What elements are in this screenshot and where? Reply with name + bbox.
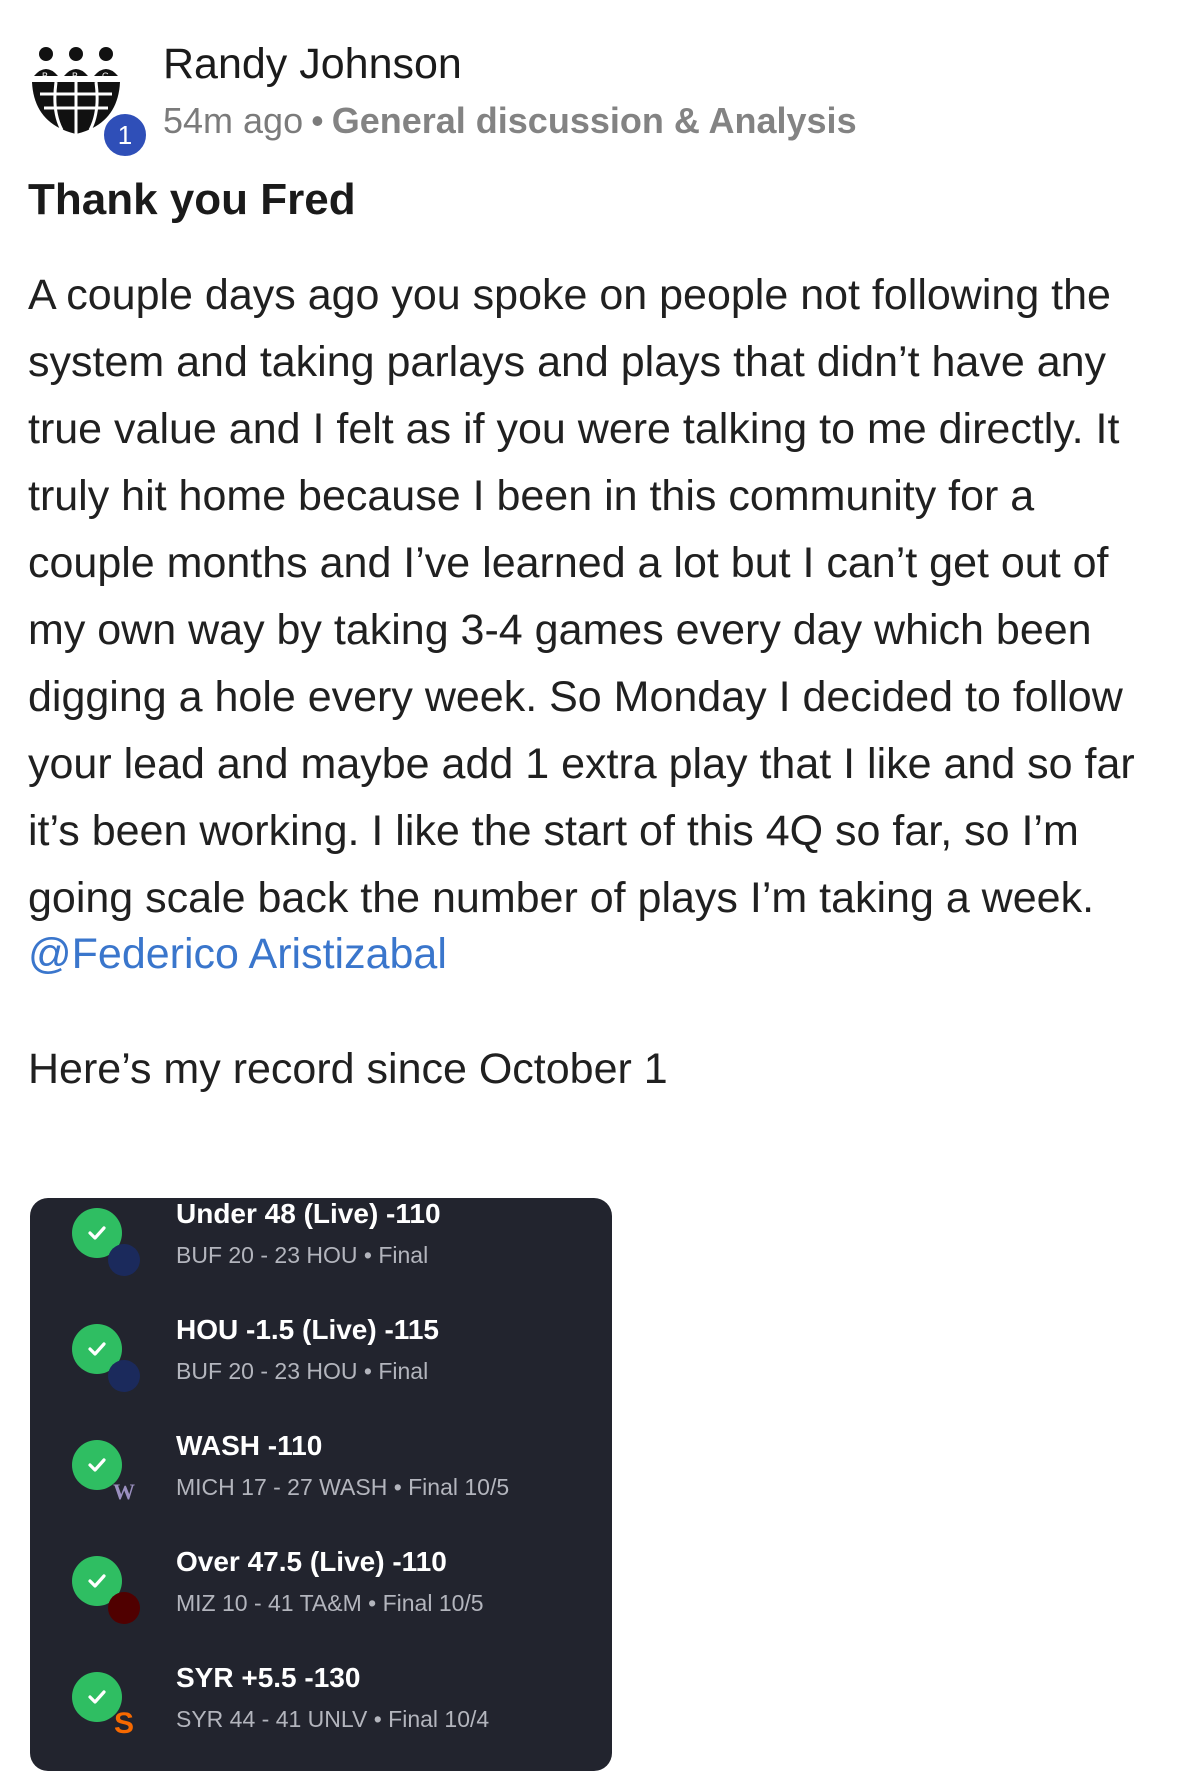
bet-item: W WASH -110 MICH 17 - 27 WASH • Final 10… <box>30 1430 612 1546</box>
body-line: A couple days ago you spoke on people no… <box>28 271 1111 319</box>
post-header: B B G 1 Randy Johnson 54m ago • General di… <box>28 30 1178 160</box>
bet-title: Under 48 (Live) -110 <box>176 1198 441 1229</box>
logo-text: S <box>113 1707 134 1740</box>
svg-text:G: G <box>102 71 109 81</box>
syracuse-logo-icon: S <box>108 1707 140 1740</box>
bet-item: Under 48 (Live) -110 BUF 20 - 23 HOU • F… <box>30 1198 612 1314</box>
bet-status: W <box>72 1440 156 1524</box>
bet-title: HOU -1.5 (Live) -115 <box>176 1314 439 1345</box>
body-line: truly hit home because I been in this co… <box>28 472 1035 520</box>
post-body: A couple days ago you spoke on people no… <box>28 262 1178 932</box>
svg-text:B: B <box>72 71 78 81</box>
bet-result: MICH 17 - 27 WASH • Final 10/5 <box>176 1474 510 1500</box>
body-line: system and taking parlays and plays that… <box>28 338 1107 386</box>
texas-am-logo-icon <box>108 1592 140 1624</box>
body-line: my own way by taking 3-4 games every day… <box>28 606 1092 654</box>
user-mention-link[interactable]: @Federico Aristizabal <box>28 930 447 979</box>
body-line: true value and I felt as if you were tal… <box>28 405 1120 453</box>
bet-item: Over 47.5 (Live) -110 MIZ 10 - 41 TA&M •… <box>30 1546 612 1662</box>
bet-history-image[interactable]: Under 48 (Live) -110 BUF 20 - 23 HOU • F… <box>30 1198 612 1771</box>
notification-badge: 1 <box>100 110 150 160</box>
bet-result: SYR 44 - 41 UNLV • Final 10/4 <box>176 1706 490 1732</box>
bet-item: HOU -1.5 (Live) -115 BUF 20 - 23 HOU • F… <box>30 1314 612 1430</box>
post-timestamp: 54m ago <box>163 100 304 141</box>
bet-status <box>72 1556 156 1640</box>
body-line: couple months and I’ve learned a lot but… <box>28 539 1109 587</box>
record-intro-text: Here’s my record since October 1 <box>28 1045 668 1093</box>
bet-result: BUF 20 - 23 HOU • Final <box>176 1358 429 1384</box>
category-link[interactable]: General discussion & Analysis <box>332 100 857 141</box>
bet-title: SYR +5.5 -130 <box>176 1662 361 1693</box>
post-meta: 54m ago • General discussion & Analysis <box>163 100 857 142</box>
texans-logo-icon <box>108 1360 140 1392</box>
body-line: digging a hole every week. So Monday I d… <box>28 673 1123 721</box>
bet-title: Over 47.5 (Live) -110 <box>176 1546 447 1577</box>
texans-logo-icon <box>108 1244 140 1276</box>
washington-logo-icon: W <box>108 1476 140 1508</box>
body-line: your lead and maybe add 1 extra play tha… <box>28 740 1135 788</box>
bet-result: BUF 20 - 23 HOU • Final <box>176 1242 429 1268</box>
body-line: going scale back the number of plays I’m… <box>28 874 1095 922</box>
author-name[interactable]: Randy Johnson <box>163 40 462 89</box>
bet-result: MIZ 10 - 41 TA&M • Final 10/5 <box>176 1590 484 1616</box>
bet-status <box>72 1208 156 1292</box>
body-line: it’s been working. I like the start of t… <box>28 807 1079 855</box>
logo-text: W <box>113 1479 135 1504</box>
bet-status <box>72 1324 156 1408</box>
bet-title: WASH -110 <box>176 1430 323 1461</box>
bet-item: S SYR +5.5 -130 SYR 44 - 41 UNLV • Final… <box>30 1662 612 1771</box>
svg-text:B: B <box>42 71 48 81</box>
meta-separator: • <box>311 100 324 141</box>
bet-status: S <box>72 1672 156 1756</box>
group-avatar[interactable]: B B G 1 <box>28 42 150 160</box>
post-title: Thank you Fred <box>28 175 356 224</box>
